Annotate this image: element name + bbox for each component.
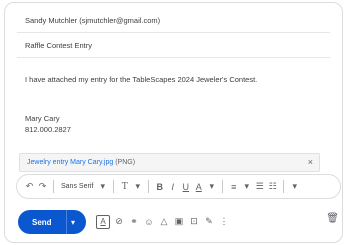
attachment-chip[interactable]: Jewelry entry Mary Cary.jpg (PNG) ×	[19, 153, 320, 172]
chevron-down-icon[interactable]: ▾	[97, 179, 108, 194]
font-size-icon[interactable]: T	[119, 179, 130, 194]
emoji-icon[interactable]: ☺	[143, 213, 155, 230]
toolbar-divider	[148, 180, 150, 193]
schedule-send-icon[interactable]: ▾	[67, 218, 75, 227]
attach-file-icon[interactable]: ⊘	[113, 213, 125, 230]
underline-button[interactable]: U	[180, 179, 191, 194]
signature-phone: 812.000.2827	[25, 125, 71, 134]
signature-name: Mary Cary	[25, 114, 60, 123]
chevron-down-icon[interactable]: ▾	[241, 179, 252, 194]
more-options-icon[interactable]: ⋮	[218, 213, 230, 230]
font-family-select[interactable]: Sans Serif	[59, 179, 95, 194]
attachment-type: (PNG)	[115, 159, 136, 166]
bold-button[interactable]: B	[154, 179, 165, 194]
bulleted-list-icon[interactable]: ☷	[267, 179, 278, 194]
drive-icon[interactable]: △	[158, 213, 170, 230]
attachment-name-text: Jewelry entry Mary Cary.jpg	[27, 159, 114, 166]
insert-link-icon[interactable]: ⚭	[128, 213, 140, 230]
compose-window: Sandy Mutchler (sjmutchler@gmail.com) Ra…	[4, 2, 343, 243]
redo-icon[interactable]: ↷	[37, 179, 48, 194]
align-icon[interactable]: ≡	[228, 179, 239, 194]
formatting-options-icon[interactable]: A	[96, 214, 110, 229]
confidential-mode-icon[interactable]: ⊡	[188, 213, 200, 230]
send-label[interactable]: Send	[18, 218, 66, 227]
toolbar-divider	[113, 180, 115, 193]
divider	[17, 32, 330, 33]
signature-icon[interactable]: ✎	[203, 213, 215, 230]
divider	[17, 57, 330, 58]
send-button[interactable]: Send ▾	[18, 210, 86, 234]
discard-draft-icon[interactable]: 🗑	[326, 213, 339, 224]
send-bar: Send ▾ A ⊘ ⚭ ☺ △ ▣ ⊡ ✎ ⋮ 🗑	[18, 210, 343, 234]
recipient-field[interactable]: Sandy Mutchler (sjmutchler@gmail.com)	[25, 16, 160, 25]
undo-icon[interactable]: ↶	[24, 179, 35, 194]
numbered-list-icon[interactable]: ☰	[254, 179, 265, 194]
text-color-button[interactable]: A	[193, 179, 204, 194]
italic-button[interactable]: I	[167, 179, 178, 194]
remove-attachment-icon[interactable]: ×	[308, 157, 313, 167]
attachment-filename[interactable]: Jewelry entry Mary Cary.jpg (PNG)	[27, 159, 135, 166]
chevron-down-icon[interactable]: ▾	[132, 179, 143, 194]
toolbar-divider	[222, 180, 224, 193]
toolbar-divider	[283, 180, 285, 193]
subject-field[interactable]: Raffle Contest Entry	[25, 41, 92, 50]
more-formatting-icon[interactable]: ▾	[289, 179, 300, 194]
formatting-toolbar: ↶ ↷ Sans Serif ▾ T ▾ B I U A ▾ ≡ ▾ ☰ ☷ ▾	[16, 174, 341, 199]
compose-tools: A ⊘ ⚭ ☺ △ ▣ ⊡ ✎ ⋮	[96, 213, 230, 230]
insert-photo-icon[interactable]: ▣	[173, 213, 185, 230]
toolbar-divider	[53, 180, 54, 193]
chevron-down-icon[interactable]: ▾	[206, 179, 217, 194]
message-body[interactable]: I have attached my entry for the TableSc…	[25, 75, 257, 84]
